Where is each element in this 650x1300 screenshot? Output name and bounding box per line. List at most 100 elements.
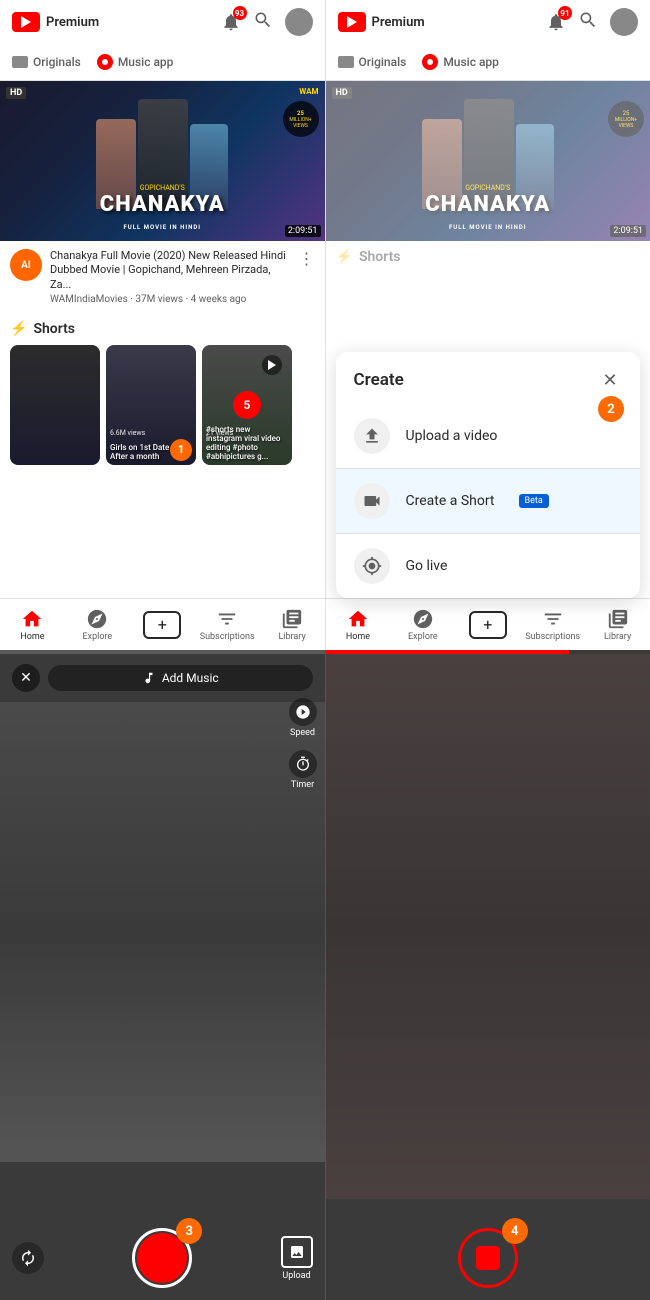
cam-viewfinder-right <box>326 654 650 1199</box>
nav-explore-right[interactable]: Explore <box>390 608 455 642</box>
shorts-behind-modal: ⚡ Shorts <box>326 241 650 277</box>
originals-icon <box>12 56 28 68</box>
go-live-icon <box>354 548 390 584</box>
beta-badge: Beta <box>519 494 549 508</box>
short-num-badge-5: 5 <box>233 391 261 419</box>
cam-bottom-left: 3 Upload <box>0 1216 325 1300</box>
timer-label: Timer <box>291 780 314 790</box>
cam-close-button[interactable]: ✕ <box>12 664 40 692</box>
upload-label: Upload <box>282 1271 310 1281</box>
left-panel: Premium 93 Originals <box>0 0 326 650</box>
nav-home-right[interactable]: Home <box>326 608 391 642</box>
timer-icon <box>289 750 317 778</box>
music-icon <box>97 54 113 70</box>
header-left: Premium 93 <box>0 0 325 44</box>
create-button[interactable]: + <box>143 611 181 639</box>
bottom-nav-right: Home Explore + Subscriptions Library <box>326 598 650 650</box>
nav-home[interactable]: Home <box>0 608 65 642</box>
short-card-2[interactable]: 5 #shorts new instagram viral video edit… <box>202 345 292 465</box>
add-music-label: Add Music <box>162 671 219 685</box>
video-description: Chanakya Full Movie (2020) New Released … <box>50 249 291 292</box>
video-thumbnail-right: HD 25 MILLION+ VIEWS GOPICHAND'S CHANAKY… <box>326 81 650 241</box>
wam-badge: WAM <box>299 87 318 96</box>
nav-subscriptions-right[interactable]: Subscriptions <box>520 608 585 642</box>
music-app-tab-left[interactable]: Music app <box>97 50 174 74</box>
record-button-container-right: 4 <box>458 1228 518 1288</box>
nav-library[interactable]: Library <box>260 608 325 642</box>
upload-icon-left <box>281 1236 313 1268</box>
short-views-1: 6.6M views <box>110 429 145 437</box>
user-avatar-right[interactable] <box>610 8 638 36</box>
originals-tab-right[interactable]: Originals <box>338 50 407 74</box>
notification-bell-right[interactable]: 91 <box>546 12 566 32</box>
cam-viewfinder-left <box>0 702 325 1162</box>
notif-count-right: 91 <box>558 6 572 20</box>
speed-control[interactable]: Speed <box>289 698 317 738</box>
shorts-section-left: ⚡ Shorts Girls on 1st Date vs After a mo… <box>0 313 325 469</box>
cam-add-music-button[interactable]: Add Music <box>48 665 313 691</box>
shorts-header: ⚡ Shorts <box>10 321 315 337</box>
nav-subscriptions[interactable]: Subscriptions <box>195 608 260 642</box>
premium-label: Premium <box>46 15 99 30</box>
cam-flip-button[interactable] <box>12 1242 44 1274</box>
user-avatar-left[interactable] <box>285 8 313 36</box>
video-meta: Chanakya Full Movie (2020) New Released … <box>50 249 291 305</box>
bottom-nav-left: Home Explore + Subscriptions Library <box>0 598 325 650</box>
step-badge-4: 4 <box>502 1218 528 1244</box>
video-more-options[interactable]: ⋮ <box>299 249 315 268</box>
nav-explore[interactable]: Explore <box>65 608 130 642</box>
go-live-label: Go live <box>406 558 448 574</box>
header-icons-left: 93 <box>221 8 313 36</box>
modal-header: Create ✕ <box>336 352 641 404</box>
yt-icon <box>12 12 40 32</box>
video-channel-info: WAMIndiaMovies · 37M views · 4 weeks ago <box>50 294 291 305</box>
video-thumbnail-left[interactable]: HD WAM 25 MILLION+ VIEWS GOPICHAND'S CHA… <box>0 81 325 241</box>
shorts-icon: ⚡ <box>10 321 27 337</box>
search-icon[interactable] <box>253 10 273 34</box>
channel-avatar-left: AI <box>10 249 42 281</box>
upload-video-option[interactable]: Upload a video 2 <box>336 404 641 468</box>
short-card-1[interactable]: Girls on 1st Date vs After a month 6.6M … <box>106 345 196 465</box>
speed-icon <box>289 698 317 726</box>
modal-title: Create <box>354 370 404 390</box>
yt-play-triangle <box>21 16 31 28</box>
cam-side-controls: Speed Timer <box>289 698 317 790</box>
record-button-container-left: 3 <box>132 1228 192 1288</box>
modal-close-button[interactable]: ✕ <box>598 368 622 392</box>
go-live-option[interactable]: Go live <box>336 533 641 598</box>
search-icon-right[interactable] <box>578 10 598 34</box>
video-duration: 2:09:51 <box>285 225 321 237</box>
step-badge-3: 3 <box>176 1218 202 1244</box>
camera-panel-right: 4 <box>326 650 650 1300</box>
short-partial[interactable] <box>10 345 100 465</box>
notif-count-left: 93 <box>233 6 247 20</box>
camera-panel-left: ✕ Add Music Speed Timer <box>0 650 326 1300</box>
yt-icon-right <box>338 12 366 32</box>
music-app-tab-right[interactable]: Music app <box>422 50 499 74</box>
originals-tab-left[interactable]: Originals <box>12 50 81 74</box>
create-short-option[interactable]: Create a Short Beta <box>336 468 641 533</box>
speed-label: Speed <box>290 728 315 738</box>
notification-bell[interactable]: 93 <box>221 12 241 32</box>
header-icons-right: 91 <box>546 8 638 36</box>
nav-create-right[interactable]: + <box>455 611 520 639</box>
timer-control[interactable]: Timer <box>289 750 317 790</box>
upload-icon <box>354 418 390 454</box>
hd-badge: HD <box>6 87 26 99</box>
youtube-logo: Premium <box>12 12 99 32</box>
cam-toolbar-left: ✕ Add Music <box>0 654 325 702</box>
premium-label-right: Premium <box>372 15 425 30</box>
shorts-row: Girls on 1st Date vs After a month 6.6M … <box>10 345 315 465</box>
video-subtitle: FULL MOVIE IN HINDI <box>0 224 325 231</box>
create-modal: Create ✕ Upload a video 2 Create a Short… <box>336 352 641 598</box>
step-badge-1: 1 <box>170 439 192 461</box>
video-title-overlay: GOPICHAND'S CHANAKYA <box>0 184 325 217</box>
cam-bottom-right: 4 <box>326 1216 650 1300</box>
create-short-icon <box>354 483 390 519</box>
nav-library-right[interactable]: Library <box>585 608 650 642</box>
create-short-label: Create a Short <box>406 493 495 509</box>
upload-video-label: Upload a video <box>406 428 498 444</box>
upload-button-left[interactable]: Upload <box>281 1236 313 1281</box>
nav-create[interactable]: + <box>130 611 195 639</box>
right-panel: Premium 91 Originals <box>326 0 650 650</box>
